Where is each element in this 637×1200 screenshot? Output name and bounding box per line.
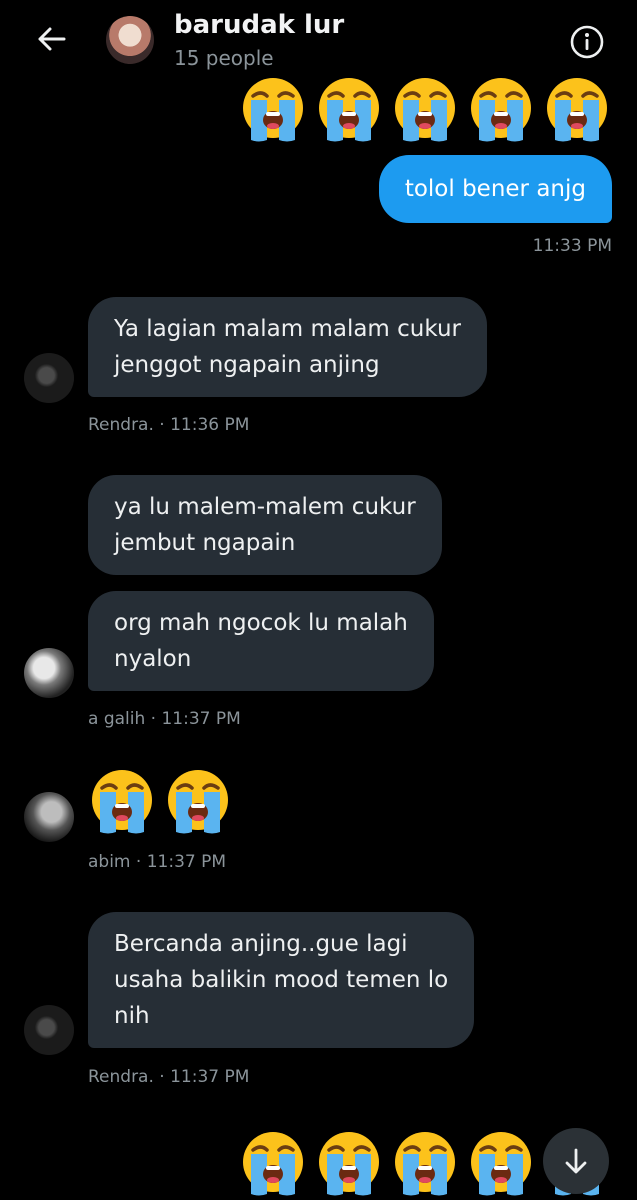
loudly-crying-face-icon [471,78,531,142]
loudly-crying-face-icon [168,770,228,834]
incoming-message-bubble[interactable]: Bercanda anjing..gue lagi usaha balikin … [88,912,475,1048]
message-meta: a galih · 11:37 PM [88,709,241,729]
loudly-crying-face-icon [319,78,379,142]
group-member-count: 15 people [174,46,274,70]
message-text-line: nih [114,1003,150,1029]
avatar-a-galih[interactable] [24,648,74,698]
loudly-crying-face-icon [319,1132,379,1196]
message-text-line: usaha balikin mood temen lo [114,967,449,993]
outgoing-message-bubble[interactable]: tolol bener anjg [378,155,612,223]
loudly-crying-face-icon [92,770,152,834]
back-arrow-icon[interactable] [34,22,68,56]
message-text-line: Ya lagian malam malam cukur [114,316,462,342]
incoming-message-bubble[interactable]: ya lu malem-malem cukur jembut ngapain [88,475,442,575]
message-text-line: nyalon [114,646,192,672]
incoming-message-bubble[interactable]: Ya lagian malam malam cukur jenggot ngap… [88,297,488,397]
message-text-line: jembut ngapain [114,530,296,556]
info-icon[interactable] [569,24,605,60]
incoming-emoji-message[interactable] [88,768,232,836]
loudly-crying-face-icon [243,1132,303,1196]
avatar-rendra[interactable] [24,1005,74,1055]
loudly-crying-face-icon [471,1132,531,1196]
message-text-line: ya lu malem-malem cukur [114,494,416,520]
group-avatar[interactable] [106,16,154,64]
loudly-crying-face-icon [243,78,303,142]
outgoing-emoji-row-top [239,76,611,144]
message-text-line: org mah ngocok lu malah [114,610,408,636]
message-text: tolol bener anjg [404,176,586,202]
incoming-message-bubble[interactable]: org mah ngocok lu malah nyalon [88,591,434,691]
avatar-rendra[interactable] [24,353,74,403]
loudly-crying-face-icon [395,78,455,142]
scroll-to-bottom-button[interactable] [543,1128,609,1194]
message-meta: Rendra. · 11:37 PM [88,1067,250,1087]
loudly-crying-face-icon [547,78,607,142]
avatar-abim[interactable] [24,792,74,842]
chat-header: barudak lur 15 people [0,0,637,86]
arrow-down-icon [565,1148,587,1174]
message-meta: Rendra. · 11:36 PM [88,415,250,435]
loudly-crying-face-icon [395,1132,455,1196]
message-text-line: jenggot ngapain anjing [114,352,380,378]
group-title[interactable]: barudak lur [174,10,344,40]
message-meta: abim · 11:37 PM [88,852,227,872]
message-text-line: Bercanda anjing..gue lagi [114,931,408,957]
message-timestamp: 11:33 PM [532,236,612,256]
